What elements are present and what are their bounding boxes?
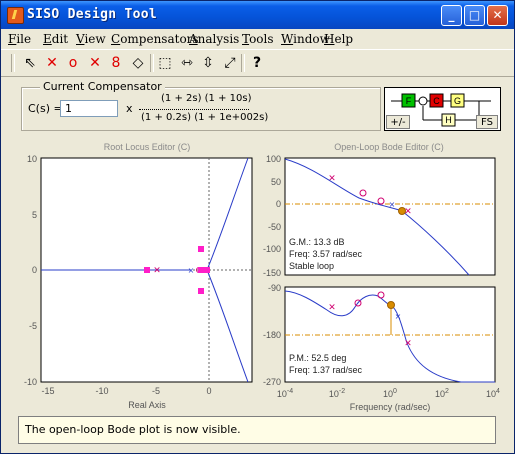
mag-ytick: 0 (276, 199, 281, 209)
stability-status: Stable loop (289, 261, 334, 271)
gain-margin-text: G.M.: 13.3 dB (289, 237, 345, 247)
phase-margin-frequency: Freq: 1.37 rad/sec (289, 365, 363, 375)
closed-loop-pole[interactable] (198, 246, 204, 252)
gain-margin-frequency: Freq: 3.57 rad/sec (289, 249, 363, 259)
mag-pole-marker[interactable]: ✕ (328, 174, 336, 184)
rl-xtick: 0 (206, 386, 211, 396)
phase-ytick: -270 (263, 377, 281, 387)
frequency-ticks: 10-4 10-2 100 102 104 (277, 388, 500, 399)
rl-ytick: -5 (29, 321, 37, 331)
bode-title: Open-Loop Bode Editor (C) (334, 142, 444, 152)
phase-pole-marker[interactable]: ✕ (404, 339, 412, 349)
phase-pole-marker[interactable]: × (395, 312, 402, 321)
mag-pole-marker[interactable]: × (389, 200, 396, 209)
phase-ytick: -90 (268, 283, 281, 293)
siso-design-tool-window: SISO Design Tool _ □ ✕ File Edit View Co… (0, 0, 515, 454)
status-bar: The open-loop Bode plot is now visible. (18, 416, 496, 444)
phase-margin-marker[interactable] (387, 301, 395, 309)
mag-ytick: 50 (271, 177, 281, 187)
closed-loop-pole[interactable] (203, 267, 210, 273)
rl-ytick: 5 (32, 210, 37, 220)
mag-ytick: -100 (263, 244, 281, 254)
bode-xlabel: Frequency (rad/sec) (350, 402, 431, 412)
rl-ytick: 0 (32, 265, 37, 275)
rl-xtick: -5 (152, 386, 160, 396)
freq-tick: 10-4 (277, 388, 293, 399)
closed-loop-pole[interactable] (198, 267, 204, 273)
rl-xtick: -15 (41, 386, 54, 396)
closed-loop-pole[interactable] (198, 288, 204, 294)
rl-xlabel: Real Axis (128, 400, 166, 410)
closed-loop-pole[interactable] (144, 267, 150, 273)
plot-area: Root Locus Editor (C) ✕ × 10 5 0 -5 -10 … (24, 142, 500, 412)
freq-tick: 10-2 (329, 388, 345, 399)
phase-pole-marker[interactable]: ✕ (328, 303, 336, 313)
freq-tick: 104 (486, 388, 500, 399)
phase-margin-text: P.M.: 52.5 deg (289, 353, 346, 363)
rl-xtick: -10 (95, 386, 108, 396)
gain-margin-marker[interactable] (398, 207, 406, 215)
mag-ytick: -150 (263, 268, 281, 278)
pole-marker[interactable]: × (188, 266, 195, 275)
rl-ytick: 10 (27, 154, 37, 164)
mag-ytick: 100 (266, 154, 281, 164)
phase-ytick: -180 (263, 330, 281, 340)
root-locus-title: Root Locus Editor (C) (104, 142, 191, 152)
mag-ytick: -50 (268, 222, 281, 232)
freq-tick: 100 (383, 388, 397, 399)
rl-ytick: -10 (24, 377, 37, 387)
pole-marker[interactable]: ✕ (153, 266, 161, 276)
freq-tick: 102 (435, 388, 449, 399)
